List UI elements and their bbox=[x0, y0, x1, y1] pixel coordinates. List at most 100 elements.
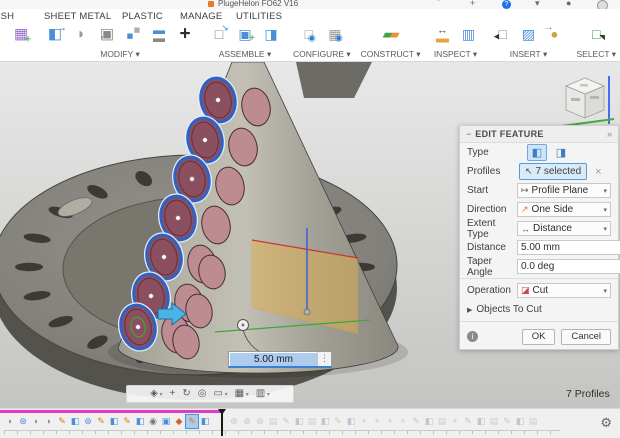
settings-gear-icon[interactable]: ⚙ bbox=[600, 415, 612, 431]
look-at-icon[interactable]: ◎ bbox=[198, 387, 207, 401]
timeline-extrude-icon[interactable]: ◧ bbox=[199, 415, 211, 428]
timeline-document-icon[interactable]: ▤ bbox=[488, 415, 500, 428]
insert-mesh-icon[interactable]: ●→ bbox=[542, 23, 566, 45]
direction-dropdown[interactable]: ↗ One Side ▾ bbox=[517, 202, 611, 217]
origin-point[interactable] bbox=[304, 309, 310, 315]
fillet-icon[interactable]: ◗ bbox=[69, 23, 93, 45]
timeline-document-icon[interactable]: ▤ bbox=[306, 415, 318, 428]
ribbon-group-label[interactable]: SELECT ▾ bbox=[576, 49, 616, 60]
split-body-icon[interactable]: ▬▬ bbox=[147, 23, 171, 45]
timeline-extrude-icon[interactable]: ◧ bbox=[345, 415, 357, 428]
timeline-fillet-icon[interactable]: ◗ bbox=[30, 415, 42, 428]
orbit-icon[interactable]: ↻ bbox=[182, 387, 190, 401]
viewports-icon[interactable]: ▥ ▾ bbox=[256, 387, 270, 402]
timeline-sketch-icon[interactable]: ✎ bbox=[56, 415, 68, 428]
timeline-fillet-icon[interactable]: ◗ bbox=[4, 415, 16, 428]
distance-field[interactable] bbox=[517, 240, 620, 255]
timeline-extrude-icon[interactable]: ◧ bbox=[108, 415, 120, 428]
taper-angle-field[interactable] bbox=[517, 259, 620, 274]
chevron-up-icon[interactable]: ˆ bbox=[437, 0, 440, 8]
distance-input[interactable]: 5.00 mm bbox=[230, 353, 317, 366]
pan-icon[interactable]: + bbox=[170, 387, 176, 401]
ribbon-group-label[interactable]: CONFIGURE ▾ bbox=[293, 49, 351, 60]
timeline-circular-pattern-icon[interactable]: ⊛ bbox=[228, 415, 240, 428]
timeline-sketch-icon[interactable]: ✎ bbox=[95, 415, 107, 428]
undock-icon[interactable]: » bbox=[607, 129, 612, 139]
timeline-extrude-icon[interactable]: ◧ bbox=[293, 415, 305, 428]
extent-type-dropdown[interactable]: ↔ Distance ▾ bbox=[517, 221, 611, 236]
shell-icon[interactable]: ▣▪ bbox=[95, 23, 119, 45]
start-dropdown[interactable]: ↦ Profile Plane ▾ bbox=[517, 183, 611, 198]
combine-icon[interactable]: ■■ bbox=[121, 23, 145, 45]
timeline-playhead[interactable] bbox=[221, 409, 223, 436]
timeline-move-icon[interactable]: + bbox=[358, 415, 370, 428]
section-analysis-icon[interactable]: ▥ bbox=[456, 23, 480, 45]
select-window-icon[interactable]: □◥ bbox=[584, 23, 608, 45]
display-settings-icon[interactable]: ▭ ▾ bbox=[213, 387, 227, 402]
timeline-circular-pattern-icon[interactable]: ⊛ bbox=[17, 415, 29, 428]
decal-icon[interactable]: ▨ bbox=[516, 23, 540, 45]
timeline-move-icon[interactable]: + bbox=[371, 415, 383, 428]
timeline-extrude-icon[interactable]: ◧ bbox=[319, 415, 331, 428]
ribbon-group-label[interactable]: CONSTRUCT ▾ bbox=[361, 49, 421, 60]
panel-header[interactable]: − EDIT FEATURE » bbox=[460, 126, 618, 143]
collapse-icon[interactable]: − bbox=[466, 129, 471, 139]
operation-dropdown[interactable]: ◪ Cut ▾ bbox=[517, 283, 611, 298]
ribbon-group-label[interactable]: MODIFY ▾ bbox=[100, 49, 140, 60]
timeline-combine-icon[interactable]: ▣ bbox=[160, 415, 172, 428]
timeline-move-icon[interactable]: + bbox=[397, 415, 409, 428]
ribbon-tab-manage[interactable]: MANAGE bbox=[180, 11, 222, 22]
mesh-create-icon[interactable]: ▦+ bbox=[9, 23, 33, 45]
timeline-sketch-icon[interactable]: ✎ bbox=[186, 415, 198, 428]
ribbon-tab-mesh[interactable]: MESH bbox=[0, 11, 14, 22]
construction-plane-icon[interactable]: ▰▰ bbox=[379, 23, 403, 45]
timeline-circular-pattern-icon[interactable]: ⊛ bbox=[82, 415, 94, 428]
ok-button[interactable]: OK bbox=[522, 329, 556, 345]
timeline-sketch-icon[interactable]: ✎ bbox=[332, 415, 344, 428]
extrude-type-icon[interactable]: ◧ bbox=[527, 144, 547, 161]
insert-canvas-icon[interactable]: □◀ bbox=[490, 23, 514, 45]
ribbon-group-label[interactable]: INSPECT ▾ bbox=[434, 49, 477, 60]
objects-to-cut-expander[interactable]: ▶ Objects To Cut bbox=[460, 300, 618, 319]
joint-icon[interactable]: ▣+ bbox=[233, 23, 257, 45]
press-pull-icon[interactable]: ◧→ bbox=[43, 23, 67, 45]
timeline-extrude-icon[interactable]: ◧ bbox=[69, 415, 81, 428]
new-component-icon[interactable]: □↘ bbox=[207, 23, 231, 45]
timeline-move-icon[interactable]: + bbox=[449, 415, 461, 428]
profiles-select-button[interactable]: ↖ 7 selected bbox=[519, 163, 587, 180]
ribbon-group-label[interactable]: INSERT ▾ bbox=[510, 49, 548, 60]
timeline-sketch-icon[interactable]: ✎ bbox=[462, 415, 474, 428]
plus-icon[interactable]: + bbox=[470, 0, 475, 8]
timeline-circular-pattern-icon[interactable]: ⊛ bbox=[254, 415, 266, 428]
ribbon-tab-plastic[interactable]: PLASTIC bbox=[122, 11, 163, 22]
timeline-fillet-icon[interactable]: ◗ bbox=[43, 415, 55, 428]
dimension-drag-handle-icon[interactable]: ⋮ bbox=[317, 352, 331, 366]
thin-extrude-type-icon[interactable]: ◨ bbox=[551, 144, 571, 161]
timeline-extrude-icon[interactable]: ◧ bbox=[475, 415, 487, 428]
ribbon-tab-utilities[interactable]: UTILITIES bbox=[236, 11, 282, 22]
profile-icon[interactable]: ● bbox=[566, 0, 571, 8]
timeline-sketch-icon[interactable]: ✎ bbox=[280, 415, 292, 428]
timeline-extrude-icon[interactable]: ◧ bbox=[514, 415, 526, 428]
timeline-circular-pattern-icon[interactable]: ⊛ bbox=[241, 415, 253, 428]
timeline-sketch-icon[interactable]: ✎ bbox=[501, 415, 513, 428]
cancel-button[interactable]: Cancel bbox=[561, 329, 611, 345]
ribbon-tab-sheet-metal[interactable]: SHEET METAL bbox=[44, 11, 111, 22]
timeline-document-icon[interactable]: ▤ bbox=[267, 415, 279, 428]
notifications-icon[interactable]: ▾ bbox=[535, 0, 540, 9]
timeline-document-icon[interactable]: ▤ bbox=[436, 415, 448, 428]
timeline-document-icon[interactable]: ▤ bbox=[527, 415, 539, 428]
info-icon[interactable]: i bbox=[467, 331, 478, 342]
timeline-move-icon[interactable]: + bbox=[384, 415, 396, 428]
clear-selection-icon[interactable]: × bbox=[595, 166, 601, 178]
fit-view-icon[interactable]: ◈ ▾ bbox=[150, 387, 162, 402]
measure-icon[interactable]: ▬↔ bbox=[430, 23, 454, 45]
timeline-sketch-icon[interactable]: ✎ bbox=[410, 415, 422, 428]
grid-display-icon[interactable]: ▦ ▾ bbox=[235, 387, 249, 402]
timeline-sketch-icon[interactable]: ✎ bbox=[121, 415, 133, 428]
ribbon-group-label[interactable]: ASSEMBLE ▾ bbox=[219, 49, 271, 60]
timeline-delete-icon[interactable]: ◆ bbox=[173, 415, 185, 428]
timeline-extrude-icon[interactable]: ◧ bbox=[134, 415, 146, 428]
configuration-icon[interactable]: □◉ bbox=[297, 23, 321, 45]
help-icon[interactable]: ? bbox=[502, 0, 511, 9]
